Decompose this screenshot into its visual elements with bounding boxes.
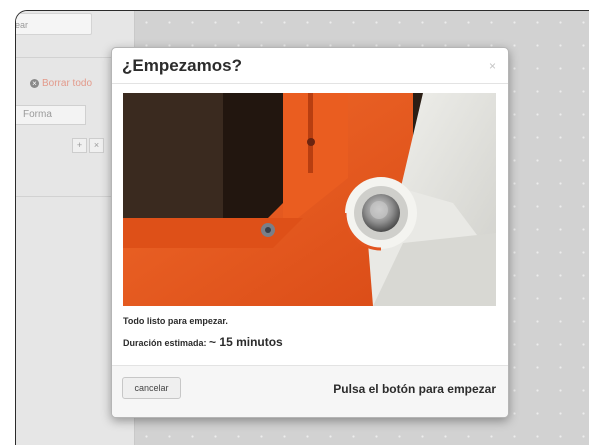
add-icon[interactable]: + bbox=[72, 138, 87, 153]
dialog-title: ¿Empezamos? bbox=[122, 56, 242, 75]
machine-start-button-photo bbox=[123, 93, 496, 306]
dialog-footer: cancelar Pulsa el botón para empezar bbox=[112, 365, 508, 417]
cancel-button[interactable]: cancelar bbox=[122, 377, 181, 399]
shape-tools: + × bbox=[70, 138, 104, 153]
shape-field[interactable]: Forma bbox=[16, 105, 86, 125]
estimated-duration: Duración estimada: ~ 15 minutos bbox=[123, 335, 283, 349]
duration-label: Duración estimada: bbox=[123, 338, 207, 348]
ready-message: Todo listo para empezar. bbox=[123, 316, 228, 326]
clear-all-button[interactable]: × Borrar todo bbox=[30, 78, 92, 89]
start-instruction: Pulsa el botón para empezar bbox=[333, 382, 496, 396]
photo-illustration bbox=[123, 93, 496, 306]
dialog-header: ¿Empezamos? × bbox=[112, 48, 508, 84]
clear-all-label: Borrar todo bbox=[42, 78, 93, 89]
close-icon[interactable]: × bbox=[489, 59, 496, 73]
search-input[interactable]: ear bbox=[16, 13, 92, 35]
duration-value: ~ 15 minutos bbox=[209, 335, 283, 349]
close-circle-icon: × bbox=[30, 79, 39, 88]
remove-icon[interactable]: × bbox=[89, 138, 104, 153]
start-dialog: ¿Empezamos? × Todo listo para empezar. D… bbox=[111, 47, 509, 418]
